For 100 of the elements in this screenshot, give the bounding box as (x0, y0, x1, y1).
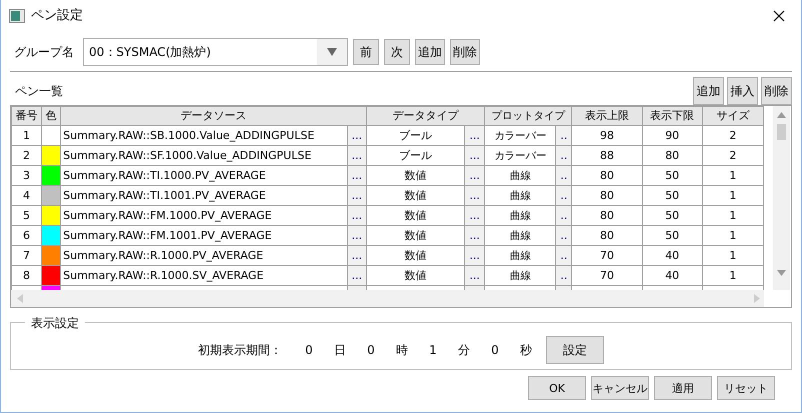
table-cell: 80 (572, 226, 642, 246)
period-unit: 分 (457, 342, 471, 359)
scrollbar-thumb[interactable] (777, 124, 786, 140)
period-value: 0 (304, 342, 314, 359)
table-cell: 88 (572, 146, 642, 166)
scroll-left-icon[interactable] (17, 294, 23, 303)
scroll-up-icon[interactable] (777, 112, 786, 118)
list-button[interactable]: 削除 (761, 76, 792, 104)
table-cell: ブール (366, 146, 465, 166)
scroll-right-icon[interactable] (754, 294, 760, 303)
table-cell: 1 (702, 226, 764, 246)
group-label: グループ名 (14, 44, 74, 61)
close-icon[interactable] (773, 10, 785, 22)
group-button[interactable]: 削除 (450, 39, 480, 65)
color-swatch[interactable] (42, 166, 61, 186)
browse-button[interactable]: ... (464, 166, 485, 186)
browse-button[interactable]: ... (347, 186, 366, 206)
table-cell: 数値 (366, 266, 465, 286)
browse-button[interactable]: ... (347, 166, 366, 186)
table-cell: Summary.RAW::TI.1001.PV_AVERAGE (60, 186, 348, 206)
period-value: 0 (366, 342, 376, 359)
column-header: サイズ (702, 106, 764, 126)
browse-button[interactable]: ... (464, 146, 485, 166)
list-button[interactable]: 追加 (693, 76, 724, 104)
group-dropdown[interactable]: 00：SYSMAC(加熱炉) (83, 38, 348, 66)
scroll-down-icon[interactable] (777, 270, 786, 276)
period-unit: 時 (395, 342, 409, 359)
table-cell: 50 (642, 226, 702, 246)
browse-button[interactable]: ... (347, 146, 366, 166)
color-swatch[interactable] (42, 186, 61, 206)
table-cell: 数値 (366, 246, 465, 266)
group-button[interactable]: 次 (384, 39, 410, 65)
dropdown-arrow-icon (327, 48, 337, 56)
table-cell: Summary.RAW::R.1000.PV_AVERAGE (60, 246, 348, 266)
table-cell: 80 (572, 186, 642, 206)
browse-button[interactable]: ... (347, 126, 366, 146)
browse-button[interactable]: ... (464, 186, 485, 206)
table-cell: Summary.RAW::SB.1000.Value_ADDINGPULSE (60, 126, 348, 146)
period-value: 0 (490, 342, 500, 359)
browse-button[interactable]: ... (464, 126, 485, 146)
table-cell: Summary.RAW::R.1000.SV_AVERAGE (60, 266, 348, 286)
group-title: 表示設定 (25, 314, 85, 332)
table-cell: 数値 (366, 226, 465, 246)
table-cell: 数値 (366, 186, 465, 206)
table-cell: Summary.RAW::FM.1000.PV_AVERAGE (60, 206, 348, 226)
column-header: 番号 (12, 106, 42, 126)
column-header: データタイプ (366, 106, 485, 126)
table-cell: ブール (366, 126, 465, 146)
period-label: 初期表示期間： (198, 342, 282, 359)
table-cell: 1 (702, 266, 764, 286)
table-cell: 50 (642, 206, 702, 226)
color-swatch[interactable] (42, 126, 61, 146)
color-swatch[interactable] (42, 246, 61, 266)
table-cell: 70 (572, 266, 642, 286)
set-button[interactable]: 設定 (546, 336, 604, 364)
browse-button[interactable]: ... (464, 246, 485, 266)
browse-button[interactable]: ... (347, 246, 366, 266)
color-swatch[interactable] (42, 266, 61, 286)
column-header: 表示下限 (642, 106, 702, 126)
browse-button[interactable]: ... (347, 226, 366, 246)
section-title: ペン一覧 (15, 82, 63, 100)
column-header: 色 (42, 106, 61, 126)
table-cell: Summary.RAW::SF.1000.Value_ADDINGPULSE (60, 146, 348, 166)
table-cell: 数値 (366, 166, 465, 186)
browse-button[interactable]: ... (464, 266, 485, 286)
table-cell: 50 (642, 186, 702, 206)
table-cell: 70 (572, 246, 642, 266)
color-swatch[interactable] (42, 206, 61, 226)
table-cell: 90 (642, 126, 702, 146)
dialog-button[interactable]: キャンセル (591, 376, 649, 400)
table-cell: 40 (642, 246, 702, 266)
column-header: 表示上限 (572, 106, 642, 126)
browse-button[interactable]: ... (464, 226, 485, 246)
dialog-button[interactable]: リセット (717, 376, 775, 400)
color-swatch[interactable] (42, 146, 61, 166)
list-button[interactable]: 挿入 (727, 76, 758, 104)
table-cell: 1 (702, 186, 764, 206)
table-cell: 1 (702, 166, 764, 186)
browse-button[interactable]: ... (464, 206, 485, 226)
table-cell: Summary.RAW::FM.1001.PV_AVERAGE (60, 226, 348, 246)
dialog-button[interactable]: 適用 (654, 376, 712, 400)
browse-button[interactable]: ... (347, 206, 366, 226)
table-cell: 1 (702, 246, 764, 266)
dialog-button[interactable]: OK (528, 376, 586, 400)
table-cell: 1 (702, 206, 764, 226)
table-cell: 数値 (366, 206, 465, 226)
vertical-scrollbar[interactable] (773, 106, 790, 290)
color-swatch[interactable] (42, 226, 61, 246)
table-cell: 40 (642, 266, 702, 286)
table-cell: 80 (572, 166, 642, 186)
table-cell: 50 (642, 166, 702, 186)
table-cell: Summary.RAW::TI.1000.PV_AVERAGE (60, 166, 348, 186)
table-cell: 2 (702, 146, 764, 166)
group-button[interactable]: 前 (353, 39, 379, 65)
window-icon (9, 9, 25, 23)
window-title: ペン設定 (31, 7, 83, 26)
browse-button[interactable]: ... (347, 266, 366, 286)
group-button[interactable]: 追加 (415, 39, 445, 65)
table-cell: 80 (642, 146, 702, 166)
table-cell: 98 (572, 126, 642, 146)
